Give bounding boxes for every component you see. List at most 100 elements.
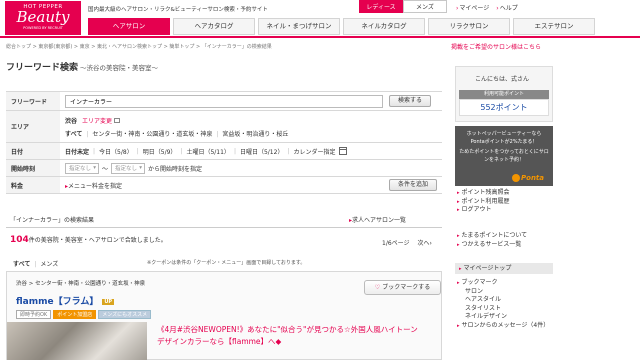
result-count-text: 件の美容院・美容室・ヘアサロンで合致しました。: [28, 237, 167, 244]
ponta-text3: ためたポイントをつかっておとくにサロンをネット予約！: [459, 149, 549, 163]
bookmark-nail-link[interactable]: ネイルデザイン: [457, 313, 549, 322]
keyword-row: フリーワード 検索する: [6, 92, 442, 111]
date-option-unspecified[interactable]: 日付未定: [65, 147, 89, 156]
area-option-all[interactable]: すべて: [65, 131, 82, 138]
bookmark-link[interactable]: ブックマーク: [457, 279, 549, 288]
up-badge: UP: [102, 298, 115, 305]
date-option-today[interactable]: 今日（5/8）: [99, 147, 133, 156]
job-salon-link[interactable]: ▸求人ヘアサロン一覧: [349, 215, 406, 224]
ponta-icon: [512, 174, 520, 182]
help-link-label: ヘルプ: [499, 5, 518, 12]
bookmark-stylist-link[interactable]: スタイリスト: [457, 305, 549, 314]
page-indicator: 1/6ページ: [382, 240, 410, 247]
date-option-saturday[interactable]: 土曜日（5/11）: [186, 147, 229, 156]
catchcopy-line2: デザインカラーなら【flamme】へ◆: [157, 337, 282, 346]
ponta-logo: Ponta: [512, 174, 544, 182]
mypage-link-label: マイページ: [459, 5, 490, 12]
chevron-right-icon: ›: [429, 240, 432, 247]
gender-tab-mens[interactable]: メンズ: [403, 0, 447, 13]
points-label: 利用可能ポイント: [459, 90, 549, 99]
listing-inquiry-link[interactable]: 掲載をご希望のサロン様はこちら: [451, 42, 541, 51]
ponta-logo-text: Ponta: [521, 174, 544, 182]
area-option-center[interactable]: センター街・神南・公園通り・道玄坂・神泉: [92, 131, 212, 138]
next-page-link[interactable]: 次へ: [417, 240, 429, 247]
mypage-top-link[interactable]: マイページトップ: [455, 263, 553, 274]
tag-mens-recommended: メンズにもオススメ: [98, 310, 152, 319]
salon-photo[interactable]: [7, 322, 147, 360]
salon-area: 渋谷 > センター街・神南・公園通り・道玄坂・神泉: [16, 281, 146, 287]
date-label: 日付: [6, 143, 60, 159]
keyword-input[interactable]: [65, 94, 383, 108]
services-list-link[interactable]: つかえるサービス一覧: [457, 241, 527, 250]
top-links: ›マイページ ›ヘルプ: [456, 3, 518, 12]
mypage-links: ブックマーク サロン ヘアスタイル スタイリスト ネイルデザイン サロンからのメ…: [457, 279, 550, 331]
ponta-text1: ホットペッパービューティーなら: [466, 131, 542, 137]
page-title-text: フリーワード検索: [6, 63, 79, 73]
filter-tab-mens[interactable]: メンズ: [40, 261, 58, 268]
keyword-label: フリーワード: [6, 92, 60, 110]
points-value: 552ポイント: [459, 99, 549, 116]
area-body: 渋谷 エリア変更 すべて | センター街・神南・公園通り・道玄坂・神泉 | 宮益坂・明治…: [60, 111, 442, 142]
area-current: 渋谷: [65, 117, 78, 125]
mypage-link[interactable]: ›マイページ: [456, 3, 489, 12]
salon-catchcopy[interactable]: 《4月#渋谷NEWOPEN!》あなたに"似合う"が見つかる☆外国人風ハイトーン …: [157, 324, 437, 348]
nav-tab-nail-salon[interactable]: ネイル・まつげサロン: [258, 18, 340, 35]
bookmark-hairstyle-link[interactable]: ヘアスタイル: [457, 296, 549, 305]
salon-name[interactable]: flamme【フラム】 UP: [16, 294, 115, 307]
add-condition-button[interactable]: 条件を追加: [388, 179, 437, 191]
calendar-icon[interactable]: [338, 147, 347, 155]
salon-card: 渋谷 > センター街・神南・公園通り・道玄坂・神泉 flamme【フラム】 UP …: [6, 271, 442, 360]
result-count-number: 104: [10, 235, 29, 245]
points-about-link[interactable]: たまるポイントについて: [457, 232, 528, 241]
page-subtitle: ～渋谷の美容院・美容室～: [80, 64, 159, 72]
logo-main: Beauty: [16, 8, 70, 26]
salon-messages-link[interactable]: サロンからのメッセージ（4件）: [457, 322, 550, 331]
bookmark-salon-link[interactable]: サロン: [457, 288, 549, 297]
date-option-calendar[interactable]: カレンダー指定: [293, 147, 335, 156]
start-time-to-value: 指定なし: [115, 166, 138, 172]
nav-tab-hair-catalog[interactable]: ヘアカタログ: [173, 18, 255, 35]
price-link[interactable]: ▸メニュー料金を指定: [65, 181, 122, 190]
breadcrumb[interactable]: 総合トップ > 東京都(東京都) > 東京 > 東北・ヘアサロン検索トップ > …: [6, 43, 272, 50]
bookmark-button[interactable]: ♡ ブックマークする: [364, 280, 441, 295]
price-link-label: メニュー料金を指定: [68, 182, 123, 190]
main-nav: ヘアサロン ヘアカタログ ネイル・まつげサロン ネイルカタログ リラクサロン エ…: [88, 18, 595, 35]
site-logo[interactable]: HOT PEPPER Beauty POWERED BY RECRUIT: [5, 1, 81, 35]
ponta-text2: Pontaポイントが2%たまる！: [470, 139, 538, 145]
salon-name-text: flamme【フラム】: [16, 297, 99, 307]
point-info-links: たまるポイントについて つかえるサービス一覧: [457, 232, 528, 250]
filter-tab-all[interactable]: すべて: [13, 261, 30, 268]
external-link-icon: [113, 117, 120, 123]
start-time-to-select[interactable]: 指定なし ▾: [111, 162, 146, 174]
logout-link[interactable]: ログアウト: [457, 206, 510, 215]
page-title: フリーワード検索 ～渋谷の美容院・美容室～: [6, 60, 446, 73]
coupon-note: ※クーポンは条件の「クーポン・メニュー」画面で目録しております。: [147, 260, 306, 266]
start-time-from-select[interactable]: 指定なし ▾: [65, 162, 99, 174]
keyword-body: 検索する: [60, 92, 442, 110]
area-option-miyamasu[interactable]: 宮益坂・明治通り・桜丘: [222, 131, 288, 138]
area-change-link[interactable]: エリア変更: [82, 118, 112, 125]
help-link[interactable]: ›ヘルプ: [496, 3, 517, 12]
search-button[interactable]: 検索する: [389, 95, 432, 107]
nav-tab-nail-catalog[interactable]: ネイルカタログ: [343, 18, 425, 35]
start-time-from-value: 指定なし: [69, 166, 92, 172]
heart-icon: ♡: [374, 284, 381, 291]
start-time-row: 開始時刻 指定なし ▾ ～ 指定なし ▾ から開始時刻を指定: [6, 160, 442, 177]
price-row: 料金 ▸メニュー料金を指定 条件を追加: [6, 177, 442, 194]
salon-tags: 即時予約OK ポイント加盟店 メンズにもオススメ: [16, 310, 152, 319]
gender-tab-ladies[interactable]: レディース: [359, 0, 403, 13]
point-balance-link[interactable]: ポイント残高照会: [457, 189, 510, 198]
date-option-tomorrow[interactable]: 明日（5/9）: [143, 147, 177, 156]
nav-tab-hair-salon[interactable]: ヘアサロン: [88, 18, 170, 35]
nav-tab-esthe-salon[interactable]: エステサロン: [513, 18, 595, 35]
search-form: フリーワード 検索する エリア 渋谷 エリア変更 すべて|センター街・神南・公園…: [6, 91, 442, 194]
header-divider: [0, 36, 640, 38]
nav-tab-relax-salon[interactable]: リラクサロン: [428, 18, 510, 35]
logo-sub: POWERED BY RECRUIT: [23, 26, 63, 30]
filter-tabs: すべて | メンズ: [13, 261, 59, 268]
date-row: 日付 日付未定 | 今日（5/8） | 明日（5/9） | 土曜日（5/11） | 日曜…: [6, 143, 442, 160]
date-option-sunday[interactable]: 日曜日（5/12）: [240, 147, 283, 156]
area-options: すべて | センター街・神南・公園通り・道玄坂・神泉 | 宮益坂・明治通り・桜丘: [65, 130, 289, 138]
point-history-link[interactable]: ポイント利用履歴: [457, 198, 510, 207]
gender-switch: レディース メンズ: [359, 0, 447, 13]
